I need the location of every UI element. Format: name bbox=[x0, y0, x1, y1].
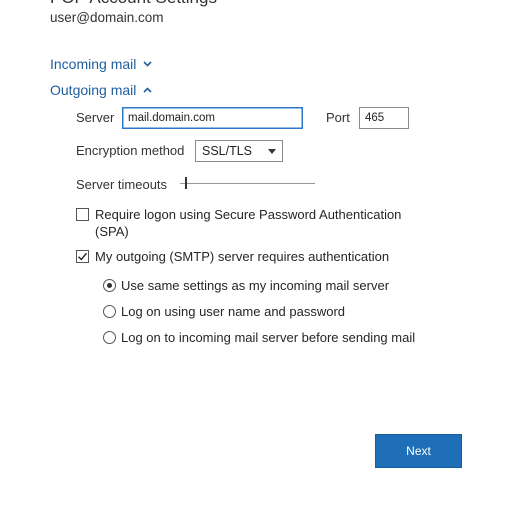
page-title: POP Account Settings bbox=[50, 0, 217, 8]
encryption-label: Encryption method bbox=[76, 143, 185, 158]
server-label: Server bbox=[76, 110, 115, 125]
radio-selected-dot bbox=[107, 283, 112, 288]
spa-checkbox[interactable] bbox=[76, 208, 89, 221]
encryption-select[interactable]: SSL/TLS bbox=[195, 140, 283, 162]
smtp-auth-checkbox[interactable] bbox=[76, 250, 89, 263]
smtp-auth-label: My outgoing (SMTP) server requires authe… bbox=[95, 249, 390, 264]
spa-label-line2: (SPA) bbox=[95, 224, 129, 239]
chevron-down-icon bbox=[143, 61, 152, 67]
server-timeouts-slider[interactable] bbox=[180, 177, 315, 189]
chevron-up-icon bbox=[143, 87, 152, 93]
radio-incoming-before-sending[interactable] bbox=[103, 331, 116, 344]
outgoing-mail-toggle[interactable]: Outgoing mail bbox=[50, 82, 152, 98]
radio-same-settings[interactable] bbox=[103, 279, 116, 292]
account-email: user@domain.com bbox=[50, 10, 164, 25]
encryption-value: SSL/TLS bbox=[202, 144, 253, 158]
checkmark-icon bbox=[78, 252, 88, 261]
server-input[interactable] bbox=[122, 107, 303, 129]
spa-label-line1: Require logon using Secure Password Auth… bbox=[95, 207, 402, 222]
slider-track bbox=[180, 183, 315, 184]
port-input[interactable] bbox=[359, 107, 409, 129]
incoming-mail-toggle[interactable]: Incoming mail bbox=[50, 56, 152, 72]
radio-same-settings-label: Use same settings as my incoming mail se… bbox=[121, 278, 390, 293]
dropdown-arrow-icon bbox=[268, 148, 276, 154]
radio-incoming-before-sending-label: Log on to incoming mail server before se… bbox=[121, 330, 416, 345]
slider-thumb[interactable] bbox=[185, 177, 187, 189]
radio-username-password[interactable] bbox=[103, 305, 116, 318]
port-label: Port bbox=[326, 110, 350, 125]
incoming-mail-label: Incoming mail bbox=[50, 56, 137, 72]
next-button[interactable]: Next bbox=[375, 434, 462, 468]
radio-username-password-label: Log on using user name and password bbox=[121, 304, 346, 319]
outgoing-mail-label: Outgoing mail bbox=[50, 82, 137, 98]
server-timeouts-label: Server timeouts bbox=[76, 177, 168, 192]
